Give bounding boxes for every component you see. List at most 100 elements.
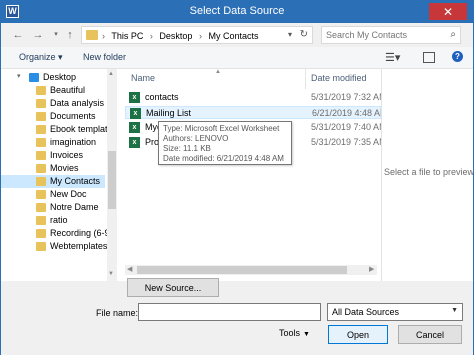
open-button[interactable]: Open [328,325,388,344]
file-name-label: File name: [96,308,139,318]
file-type-select[interactable]: All Data Sources ▼ [327,303,463,321]
nav-item-label: ratio [50,215,68,225]
nav-item[interactable]: Data analysis [1,97,105,110]
help-icon[interactable]: ? [452,51,463,62]
address-dropdown-icon[interactable]: ▾ [288,30,292,39]
collapse-chevron-icon[interactable]: ▾ [17,72,21,80]
dialog-footer: New Source... File name: All Data Source… [1,278,473,355]
scroll-right-icon[interactable]: ▶ [369,265,374,273]
folder-icon [36,99,46,108]
up-arrow-icon[interactable]: ↑ [63,28,77,42]
folder-icon [36,190,46,199]
nav-item[interactable]: Webtemplates [1,240,108,253]
folder-icon [36,112,46,121]
nav-item-label: Movies [50,163,79,173]
nav-item-label: Beautiful [50,85,86,95]
nav-item-label: New Doc [50,189,87,199]
breadcrumb-my-contacts[interactable]: My Contacts [208,31,258,41]
excel-file-icon: x [129,122,140,133]
folder-icon [36,177,46,186]
title-bar: W Select Data Source ✕ [1,1,473,23]
preview-pane: Select a file to preview. [381,69,474,281]
nav-item-label: imagination [50,137,97,147]
nav-item[interactable]: Recording (6-9 [1,227,110,240]
forward-arrow-icon[interactable]: → [31,28,45,42]
file-name-input[interactable] [138,303,321,321]
chevron-down-icon: ▼ [303,331,310,338]
cancel-button[interactable]: Cancel [398,325,462,344]
nav-item-label: Data analysis [50,98,105,108]
file-list-hscrollbar[interactable]: ◀ ▶ [125,265,377,275]
scroll-down-icon[interactable]: ▼ [108,271,114,277]
tools-menu[interactable]: Tools ▼ [279,328,310,338]
back-arrow-icon[interactable]: ← [11,28,25,42]
nav-item[interactable]: Notre Dame [1,201,105,214]
nav-item-label: Documents [50,111,96,121]
refresh-icon[interactable]: ↻ [300,29,308,40]
folder-icon [36,125,46,134]
preview-message: Select a file to preview. [384,167,474,177]
address-bar[interactable]: › This PC › Desktop › My Contacts ▾ ↻ [81,26,313,44]
file-info-tooltip: Type: Microsoft Excel Worksheet Authors:… [158,121,292,165]
nav-item[interactable]: Movies [1,162,105,175]
nav-item[interactable]: My Contacts [1,175,105,188]
file-row[interactable]: x Mailing List 6/21/2019 4:48 AM [125,106,388,119]
nav-scrollbar-thumb[interactable] [108,151,116,209]
excel-file-icon: x [129,92,140,103]
nav-item[interactable]: ratio [1,214,105,227]
breadcrumb-this-pc[interactable]: This PC [111,31,143,41]
tooltip-type: Type: Microsoft Excel Worksheet [163,124,280,133]
column-header-name[interactable]: Name [131,73,155,83]
excel-file-icon: x [130,108,141,119]
search-input[interactable] [326,29,441,41]
nav-item[interactable]: Documents [1,110,105,123]
column-divider[interactable] [305,69,306,89]
nav-item[interactable]: imagination [1,136,105,149]
folder-icon [36,86,46,95]
file-type-value: All Data Sources [332,307,400,317]
new-folder-button[interactable]: New folder [83,52,126,62]
search-box[interactable]: ⌕ [321,26,461,44]
nav-scrollbar[interactable]: ▲ ▼ [107,69,117,281]
scroll-left-icon[interactable]: ◀ [127,265,132,273]
file-row[interactable]: x contacts 5/31/2019 7:32 AM [125,91,387,104]
folder-icon [36,203,46,212]
folder-icon [36,242,46,251]
nav-item-label: Notre Dame [50,202,99,212]
view-options-icon[interactable]: ☰▾ [385,51,400,64]
address-row: ← → ▾ ↑ › This PC › Desktop › My Contact… [1,23,473,47]
nav-item-label: Webtemplates [50,241,108,251]
nav-item-label: Recording (6-9 [50,228,110,238]
nav-item-desktop[interactable]: ▾ Desktop [1,71,105,84]
folder-icon [36,138,46,147]
window-title: Select Data Source [189,5,285,17]
folder-icon [36,151,46,160]
file-date-modified: 5/31/2019 7:32 AM [311,92,387,102]
nav-item-label: Invoices [50,150,84,160]
organize-button[interactable]: Organize ▾ [19,52,63,63]
nav-item[interactable]: Beautiful [1,84,105,97]
scroll-up-icon[interactable]: ▲ [108,71,114,77]
breadcrumb-desktop[interactable]: Desktop [159,31,192,41]
folder-icon [86,30,98,40]
folder-icon [36,164,46,173]
nav-item[interactable]: Invoices [1,149,105,162]
file-date-modified: 5/31/2019 7:40 AM [311,122,387,132]
new-source-button[interactable]: New Source... [127,278,219,297]
nav-item-label: Desktop [43,72,77,82]
breadcrumb-separator: › [149,31,153,41]
nav-item[interactable]: New Doc [1,188,105,201]
tools-label: Tools [279,328,301,338]
recent-locations-chevron-icon[interactable]: ▾ [49,28,63,42]
close-button[interactable]: ✕ [429,3,467,20]
hscrollbar-thumb[interactable] [137,266,347,274]
folder-icon [36,229,46,238]
column-header-date-modified[interactable]: Date modified [311,73,367,83]
preview-pane-icon[interactable] [423,52,435,63]
breadcrumb: › This PC › Desktop › My Contacts [102,31,262,41]
excel-file-icon: x [129,137,140,148]
tooltip-size: Size: 11.1 KB [163,144,211,153]
select-data-source-dialog: W Select Data Source ✕ ← → ▾ ↑ › This PC… [0,0,474,355]
navigation-pane: ▾ Desktop Beautiful Data analysis Document… [1,69,119,281]
nav-item[interactable]: Ebook template [1,123,113,136]
